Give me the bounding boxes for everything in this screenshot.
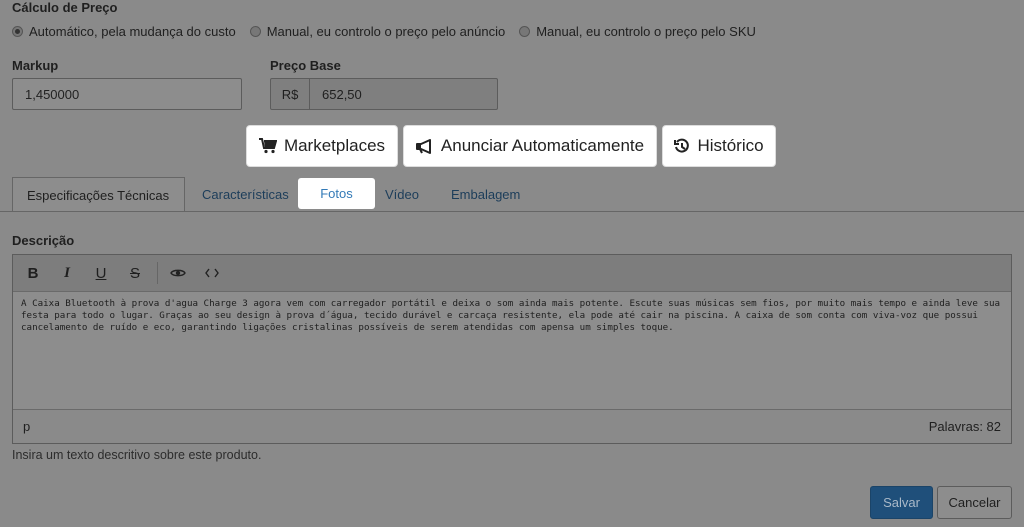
tab-bar: Especificações Técnicas Características … (0, 177, 1024, 212)
element-path: p (23, 419, 31, 434)
description-editor: B I U S A Caixa Bluetooth à prova d'agua… (12, 254, 1012, 444)
editor-content[interactable]: A Caixa Bluetooth à prova d'agua Charge … (13, 292, 1011, 412)
markup-label: Markup (12, 58, 59, 73)
tab-divider (0, 211, 1024, 212)
pricing-title: Cálculo de Preço (12, 0, 118, 15)
cart-icon (258, 138, 277, 154)
eye-icon (170, 269, 186, 277)
bullhorn-icon (415, 138, 431, 154)
pricing-options: Automático, pela mudança do custo Manual… (12, 24, 770, 39)
radio-automatic-label[interactable]: Automático, pela mudança do custo (29, 24, 236, 39)
marketplaces-label: Marketplaces (283, 136, 386, 155)
history-button[interactable]: Histórico (662, 125, 776, 167)
auto-announce-button[interactable]: Anunciar Automaticamente (403, 125, 657, 167)
radio-manual-sku-label[interactable]: Manual, eu controlo o preço pelo SKU (536, 24, 756, 39)
preview-button[interactable] (166, 261, 190, 285)
radio-manual-sku[interactable] (519, 26, 531, 37)
radio-manual-ad[interactable] (249, 26, 261, 37)
bold-button[interactable]: B (21, 261, 45, 285)
radio-automatic[interactable] (12, 26, 23, 37)
code-view-button[interactable] (200, 261, 224, 285)
save-button[interactable]: Salvar (870, 486, 933, 519)
currency-addon: R$ (271, 79, 310, 109)
tab-packaging[interactable]: Embalagem (451, 177, 520, 212)
description-help-text: Insira um texto descritivo sobre este pr… (12, 448, 262, 462)
editor-statusbar: p Palavras: 82 (13, 409, 1011, 443)
toolbar-separator (157, 262, 158, 284)
radio-manual-ad-label[interactable]: Manual, eu controlo o preço pelo anúncio (267, 24, 506, 39)
editor-toolbar: B I U S (13, 255, 1011, 292)
tab-characteristics[interactable]: Características (202, 177, 289, 212)
tab-photos[interactable]: Fotos (298, 178, 375, 209)
description-label: Descrição (12, 233, 75, 248)
underline-button[interactable]: U (89, 261, 113, 285)
italic-button[interactable]: I (55, 261, 79, 285)
cancel-button[interactable]: Cancelar (937, 486, 1012, 519)
history-label: Histórico (697, 136, 764, 155)
markup-input[interactable]: 1,450000 (12, 78, 242, 110)
marketplaces-button[interactable]: Marketplaces (246, 125, 398, 167)
strikethrough-button[interactable]: S (123, 261, 147, 285)
base-price-field: R$ 652,50 (270, 78, 498, 110)
tab-tech-specs[interactable]: Especificações Técnicas (12, 177, 185, 212)
word-count: Palavras: 82 (928, 419, 1001, 434)
auto-announce-label: Anunciar Automaticamente (440, 136, 645, 155)
history-icon (674, 138, 690, 153)
tab-video[interactable]: Vídeo (385, 177, 419, 212)
base-price-value: 652,50 (322, 86, 362, 102)
code-icon (205, 268, 219, 278)
base-price-label: Preço Base (270, 58, 341, 73)
